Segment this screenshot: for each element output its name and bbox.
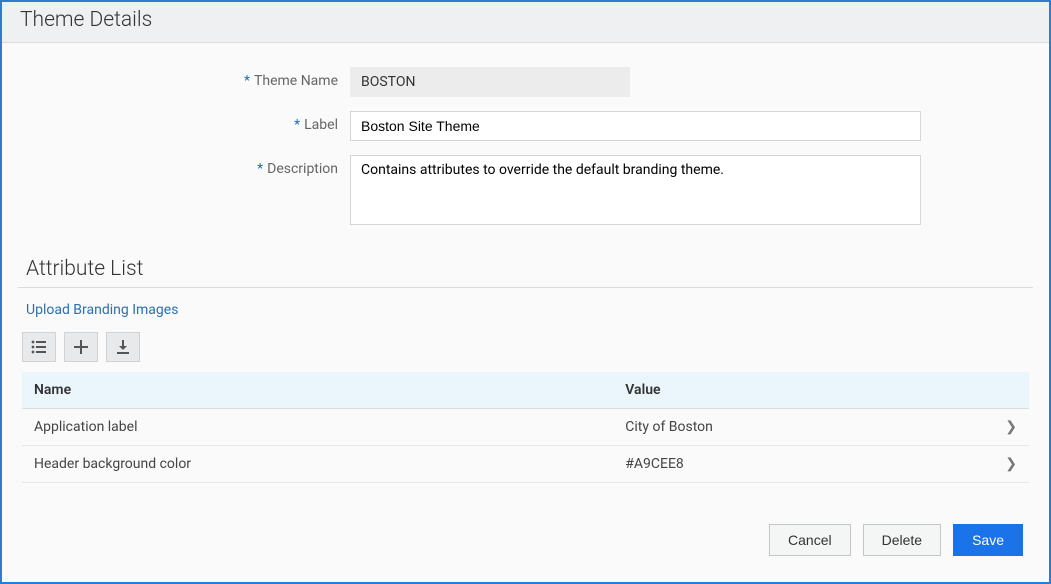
attr-name: Header background color — [22, 446, 613, 483]
theme-name-label: *Theme Name — [10, 67, 350, 89]
download-icon — [116, 340, 130, 354]
description-textarea[interactable]: Contains attributes to override the defa… — [350, 155, 921, 225]
chevron-right-icon: ❯ — [1005, 456, 1017, 472]
table-row[interactable]: Application label City of Boston ❯ — [22, 409, 1029, 446]
col-name: Name — [22, 372, 613, 409]
attr-value: #A9CEE8 — [613, 446, 993, 483]
attribute-table: Name Value Application label City of Bos… — [22, 372, 1029, 483]
save-button[interactable]: Save — [953, 524, 1023, 556]
label-label: *Label — [10, 111, 350, 133]
cancel-button[interactable]: Cancel — [769, 524, 851, 556]
chevron-right-icon: ❯ — [1005, 419, 1017, 435]
attribute-list-title: Attribute List — [18, 257, 1033, 288]
table-header-row: Name Value — [22, 372, 1029, 409]
plus-icon — [74, 340, 88, 354]
description-label: *Description — [10, 155, 350, 177]
list-icon — [31, 340, 47, 354]
page-title: Theme Details — [20, 8, 1031, 32]
col-value: Value — [613, 372, 993, 409]
required-asterisk: * — [244, 73, 250, 89]
attr-name: Application label — [22, 409, 613, 446]
upload-branding-images-link[interactable]: Upload Branding Images — [10, 302, 1041, 332]
required-asterisk: * — [257, 161, 263, 177]
theme-name-value: BOSTON — [350, 67, 630, 97]
download-icon-button[interactable] — [106, 332, 140, 362]
list-icon-button[interactable] — [22, 332, 56, 362]
label-input[interactable] — [350, 111, 921, 141]
table-row[interactable]: Header background color #A9CEE8 ❯ — [22, 446, 1029, 483]
required-asterisk: * — [294, 117, 300, 133]
attr-value: City of Boston — [613, 409, 993, 446]
page-header: Theme Details — [2, 2, 1049, 43]
delete-button[interactable]: Delete — [863, 524, 941, 556]
add-icon-button[interactable] — [64, 332, 98, 362]
